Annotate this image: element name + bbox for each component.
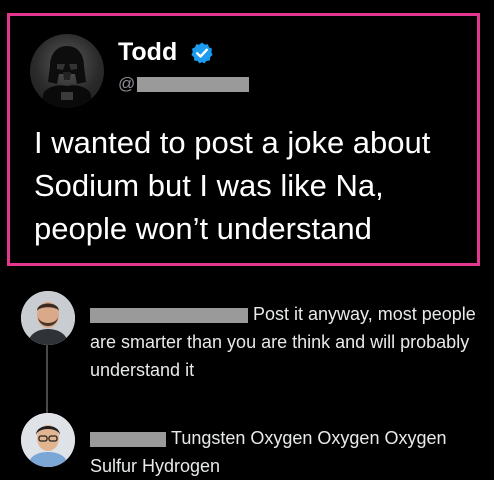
reply-name-redaction [90,307,248,323]
highlighted-post[interactable]: Todd @ I wanted to post a joke about Sod… [7,13,480,266]
reply-avatar[interactable] [21,413,75,467]
handle-redaction [137,77,250,93]
post-text: I wanted to post a joke about Sodium but… [34,125,431,246]
reply-avatar[interactable] [21,291,75,345]
reply-item: Tungsten Oxygen Oxygen Oxygen Sulfur Hyd… [90,424,485,480]
author-name[interactable]: Todd [118,38,177,67]
verified-badge-icon [191,42,213,64]
thread-connector [46,345,48,417]
todd-avatar[interactable] [30,34,104,108]
handle-prefix: @ [118,74,136,93]
reply-name-redaction [90,431,166,447]
reply-item: Post it anyway, most people are smarter … [90,300,485,384]
author-handle[interactable]: @ [118,74,250,94]
